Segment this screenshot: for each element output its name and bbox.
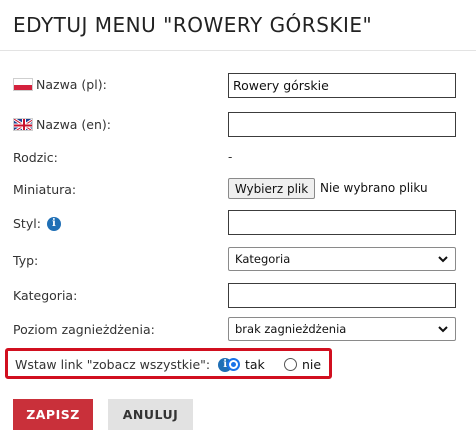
chevron-down-icon (438, 256, 448, 263)
nesting-selected-value: brak zagnieżdżenia (235, 322, 347, 336)
radio-option-no[interactable]: nie (284, 357, 321, 372)
radio-option-yes[interactable]: tak (227, 357, 265, 372)
type-select[interactable]: Kategoria (228, 247, 456, 271)
style-label-row: Styl: i (13, 216, 61, 231)
choose-file-button[interactable]: Wybierz plik (228, 178, 315, 199)
style-input[interactable] (228, 210, 456, 235)
name-pl-label-row: Nazwa (pl): (13, 77, 107, 92)
chevron-down-icon (438, 326, 448, 333)
file-status-text: Nie wybrano pliku (320, 181, 428, 195)
category-label: Kategoria: (13, 288, 78, 303)
category-input[interactable] (228, 283, 456, 308)
nesting-select[interactable]: brak zagnieżdżenia (228, 317, 456, 341)
flag-gb-icon (13, 118, 33, 131)
name-pl-label: Nazwa (pl): (36, 77, 107, 92)
info-icon[interactable]: i (46, 216, 61, 231)
radio-no[interactable] (284, 358, 297, 371)
name-pl-input[interactable] (228, 73, 456, 98)
nesting-label: Poziom zagnieżdżenia: (13, 322, 155, 337)
style-label: Styl: (13, 216, 41, 231)
name-en-label: Nazwa (en): (36, 117, 112, 132)
type-label: Typ: (13, 253, 39, 268)
save-button[interactable]: ZAPISZ (13, 399, 93, 430)
see-all-label: Wstaw link "zobacz wszystkie": (15, 357, 211, 372)
page-title: EDYTUJ MENU "ROWERY GÓRSKIE" (13, 13, 373, 37)
radio-yes-label: tak (245, 357, 265, 372)
name-en-input[interactable] (228, 112, 456, 137)
radio-no-label: nie (302, 357, 322, 372)
thumbnail-label: Miniatura: (13, 182, 77, 197)
name-en-label-row: Nazwa (en): (13, 117, 111, 132)
see-all-label-row: Wstaw link "zobacz wszystkie": i (15, 357, 233, 372)
radio-yes[interactable] (227, 358, 240, 371)
flag-pl-icon (13, 78, 33, 91)
type-selected-value: Kategoria (235, 252, 291, 266)
parent-label: Rodzic: (13, 150, 58, 165)
parent-value: - (228, 150, 233, 164)
cancel-button[interactable]: ANULUJ (108, 399, 193, 430)
title-divider (0, 50, 476, 51)
